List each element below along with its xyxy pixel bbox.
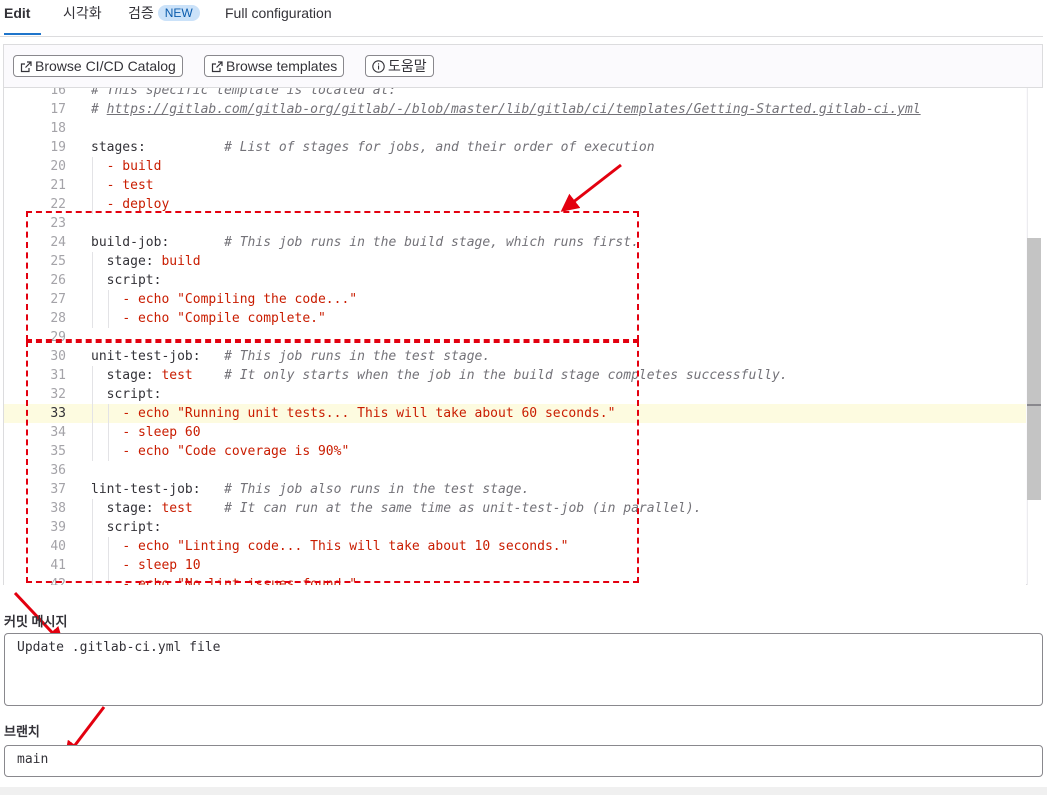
- line-number: 19: [50, 140, 66, 155]
- external-link-icon: [211, 61, 223, 73]
- line-number: 16: [50, 88, 66, 98]
- browse-templates-button[interactable]: Browse templates: [204, 55, 345, 77]
- branch-value: main: [17, 752, 49, 767]
- code-line[interactable]: 20 - build: [4, 157, 1026, 176]
- tab-edit[interactable]: Edit: [4, 5, 30, 27]
- browse-catalog-label: Browse CI/CD Catalog: [35, 58, 176, 74]
- footer-bar: [0, 787, 1047, 795]
- new-badge: NEW: [157, 5, 200, 21]
- code-text: # https://gitlab.com/gitlab-org/gitlab/-…: [91, 100, 921, 119]
- code-line[interactable]: 17 # https://gitlab.com/gitlab-org/gitlab…: [4, 100, 1026, 119]
- code-token: - build: [106, 159, 162, 174]
- tab-full-configuration-label: Full configuration: [225, 5, 332, 21]
- commit-message-value: Update .gitlab-ci.yml file: [17, 640, 221, 655]
- code-token: - test: [106, 178, 154, 193]
- editor-toolbar: Browse CI/CD Catalog Browse templates 도움…: [4, 45, 1042, 88]
- tab-visualize-label: 시각화: [63, 5, 102, 21]
- code-token: # List of stages for jobs, and their ord…: [224, 140, 655, 155]
- code-text: # This specific template is located at:: [91, 88, 396, 100]
- code-token: #: [91, 102, 107, 117]
- code-token: stages:: [91, 140, 146, 155]
- code-line[interactable]: 18: [4, 119, 1026, 138]
- external-link-icon: [20, 61, 32, 73]
- branch-label: 브랜치: [4, 724, 40, 739]
- commit-message-textarea[interactable]: Update .gitlab-ci.yml file: [4, 633, 1043, 706]
- line-number: 21: [50, 178, 66, 193]
- code-text: - test: [91, 176, 154, 195]
- code-line[interactable]: 19 stages: # List of stages for jobs, and…: [4, 138, 1026, 157]
- active-tab-indicator: [4, 33, 41, 35]
- scrollbar-cursor-marker: [1027, 404, 1041, 406]
- editor-tabs: Edit 시각화 검증 NEW Full configuration: [0, 0, 1047, 38]
- code-token: # This specific template is located at:: [91, 88, 397, 98]
- tab-validate-label: 검증: [128, 5, 154, 21]
- tab-full-configuration[interactable]: Full configuration: [225, 5, 332, 27]
- commit-message-label: 커밋 메시지: [4, 614, 68, 629]
- info-icon: [372, 60, 385, 73]
- line-number: 17: [50, 102, 66, 117]
- browse-catalog-button[interactable]: Browse CI/CD Catalog: [13, 55, 183, 77]
- editor-scrollbar-thumb[interactable]: [1027, 238, 1041, 500]
- code-line[interactable]: 16 # This specific template is located at…: [4, 88, 1026, 100]
- line-number: 18: [50, 121, 66, 136]
- code-text: - build: [91, 157, 162, 176]
- browse-templates-label: Browse templates: [226, 58, 338, 74]
- tabs-divider: [0, 36, 1043, 37]
- branch-input[interactable]: main: [4, 745, 1043, 777]
- help-button[interactable]: 도움말: [365, 55, 434, 77]
- tab-visualize[interactable]: 시각화: [63, 5, 102, 27]
- code-line[interactable]: 21 - test: [4, 176, 1026, 195]
- code-token: - deploy: [106, 197, 170, 212]
- annotation-box-test-jobs: [26, 341, 639, 583]
- help-label: 도움말: [388, 58, 427, 74]
- line-number: 20: [50, 159, 66, 174]
- code-text: stages: # List of stages for jobs, and t…: [91, 138, 655, 157]
- tab-validate[interactable]: 검증 NEW: [128, 5, 200, 27]
- code-token: https://gitlab.com/gitlab-org/gitlab/-/b…: [106, 102, 921, 117]
- annotation-box-build-job: [26, 211, 639, 341]
- tab-edit-label: Edit: [4, 5, 31, 21]
